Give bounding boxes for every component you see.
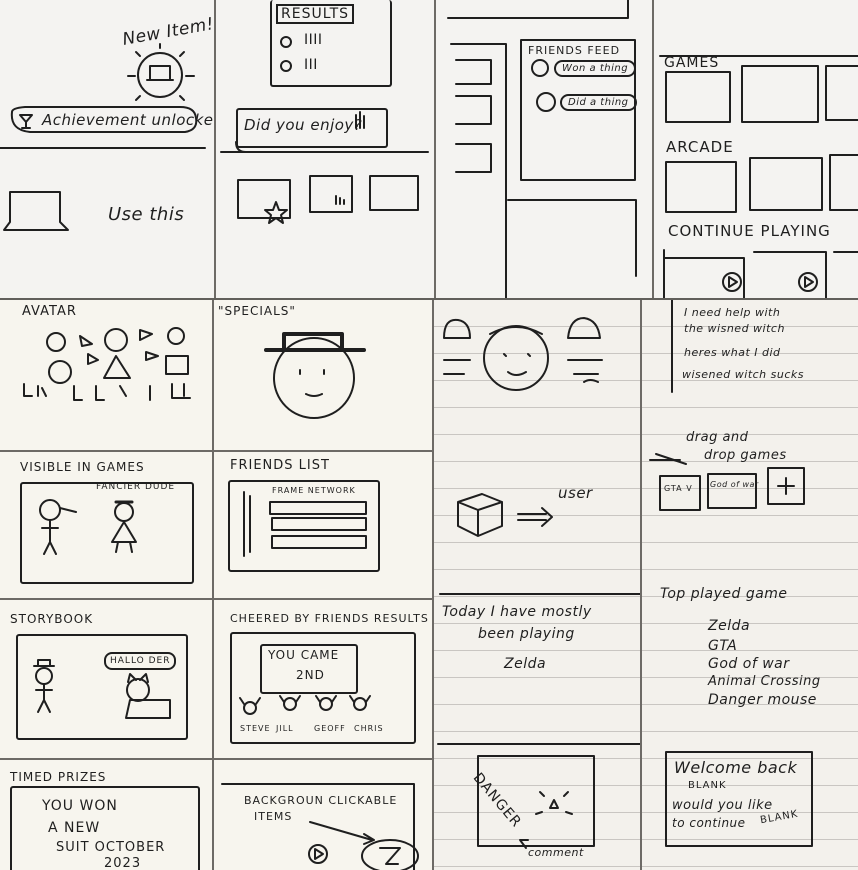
welcome-name: BLANK	[688, 780, 727, 791]
friends-list-rows	[243, 491, 367, 557]
friend-name-1: STEVE	[240, 724, 271, 733]
vote-options	[220, 36, 429, 224]
welcome-text: Welcome back	[674, 758, 798, 777]
use-this-button[interactable]: Use this	[108, 204, 184, 225]
today-line-3: Zelda	[504, 656, 547, 672]
sketch-background-items: BACKGROUN CLICKABLE ITEMS	[214, 760, 432, 870]
top-game-2: GTA	[708, 638, 738, 654]
drag-line-1: drag and	[686, 430, 749, 445]
top-game-3: God of war	[708, 656, 790, 672]
help-line-1: I need help with	[684, 306, 781, 319]
lined-left-drawings	[437, 317, 640, 849]
game-characters	[39, 499, 137, 555]
would-you-like: would you like	[672, 798, 773, 813]
storybook-characters	[33, 659, 171, 719]
divider	[0, 298, 858, 300]
sketch-friends-list: FRIENDS LIST FRAME NETWORK	[214, 452, 432, 598]
arcade-heading: ARCADE	[666, 138, 734, 156]
sketch-new-item: New Item! Achievement unlocked Use this	[0, 0, 214, 298]
sketch-timed-prizes: TIMED PRIZES YOU WON A NEW SUIT OCTOBER …	[0, 760, 212, 870]
top-game-4: Animal Crossing	[708, 674, 821, 689]
feed-item-2[interactable]: Did a thing	[560, 94, 637, 111]
timed-line-3: SUIT OCTOBER	[56, 840, 166, 855]
sketch-friends-feed: FRIENDS FEED Won a thing Did a thing	[436, 0, 652, 298]
help-line-3: heres what I did	[684, 346, 781, 359]
timed-prizes-title: TIMED PRIZES	[10, 770, 107, 784]
lined-right-drawings	[649, 300, 813, 847]
comment-label: comment	[528, 846, 584, 859]
timed-line-1: YOU WON	[42, 798, 118, 814]
drag-box-god-of-war[interactable]: God of war	[710, 480, 759, 489]
sketch-specials: "SPECIALS"	[214, 300, 432, 450]
user-label: user	[558, 484, 593, 502]
sketch-games: GAMES ARCADE CONTINUE PLAYING	[654, 0, 858, 298]
drag-line-2: drop games	[704, 448, 787, 463]
hat-item-icon	[0, 43, 206, 231]
top-game-1: Zelda	[708, 618, 751, 634]
today-line-1: Today I have mostly	[442, 604, 592, 620]
top-game-5: Danger mouse	[708, 692, 817, 708]
friend-name-3: GEOFF	[314, 724, 346, 733]
to-continue[interactable]: to continue	[672, 816, 746, 830]
drag-box-gta[interactable]: GTA V	[664, 484, 693, 493]
friend-name-2: JILL	[276, 724, 294, 733]
sketch-avatar: AVATAR	[0, 300, 212, 450]
option-2[interactable]: III	[304, 57, 318, 73]
did-you-enjoy-text: Did you enjoy?	[244, 116, 363, 134]
sketch-visible-in-games: VISIBLE IN GAMES FANCIER DUDE	[0, 452, 212, 598]
timed-line-2: A NEW	[48, 820, 101, 836]
sketch-storybook: STORYBOOK HALLO DER	[0, 600, 212, 758]
option-1[interactable]: IIII	[304, 32, 323, 48]
help-line-2: the wisned witch	[684, 322, 785, 335]
help-line-4: wisened witch sucks	[682, 368, 805, 381]
feed-item-1[interactable]: Won a thing	[554, 60, 637, 77]
friends-feed-title: FRIENDS FEED	[528, 44, 621, 57]
avatar-parts	[23, 327, 191, 401]
timed-line-4: 2023	[104, 856, 142, 870]
cheering-friends	[239, 695, 371, 715]
games-heading: GAMES	[664, 55, 720, 71]
specials-avatar	[264, 332, 366, 419]
today-line-2: been playing	[478, 626, 575, 642]
sketch-lined-left: user Today I have mostly been playing Ze…	[434, 300, 640, 870]
sketch-lined-right: I need help with the wisned witch heres …	[642, 300, 858, 870]
background-items	[221, 783, 419, 870]
continue-playing-heading: CONTINUE PLAYING	[668, 222, 831, 240]
sketch-cheered: CHEERED BY FRIENDS RESULTS YOU CAME 2ND …	[214, 600, 432, 758]
sketch-results: RESULTS IIII III Did you enjoy?	[216, 0, 434, 298]
friend-name-4: CHRIS	[354, 724, 384, 733]
top-played-title: Top played game	[660, 586, 788, 602]
achievement-text: Achievement unlocked	[42, 111, 214, 129]
